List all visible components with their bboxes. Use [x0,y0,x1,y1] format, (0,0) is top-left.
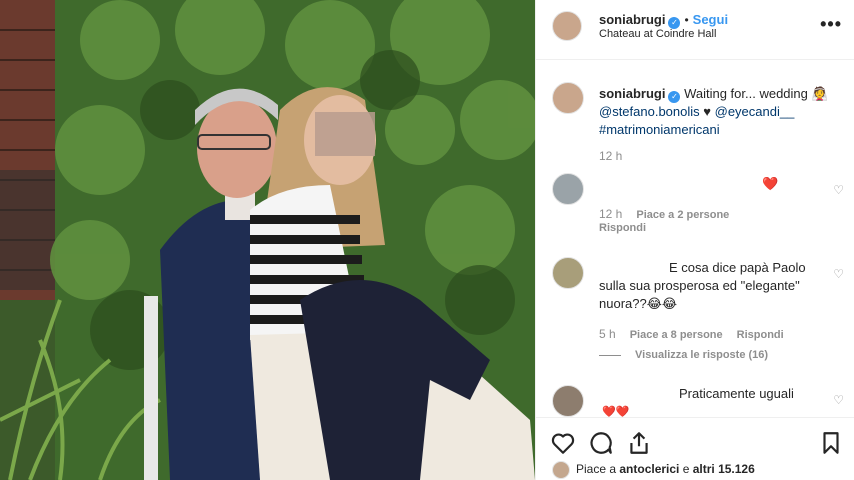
likes-prefix: Piace a [576,462,620,476]
like-icon[interactable] [550,430,576,456]
caption: soniabrugi ✓ Waiting for... wedding 👰 @st… [552,79,844,163]
mention-link[interactable]: @stefano.bonolis [599,104,700,119]
post-location[interactable]: Chateau at Coindre Hall [599,28,716,40]
liker-username[interactable]: antoclerici [619,462,679,476]
share-icon[interactable] [626,430,652,456]
mention-link[interactable]: @eyecandi__ [715,104,795,119]
post-side-panel: soniabrugi ✓ • Segui Chateau at Coindre Hal… [535,0,854,480]
like-comment-icon[interactable]: ♡ [833,267,844,281]
commenter-avatar[interactable] [552,173,584,205]
comment-likes[interactable]: Piace a 8 persone [630,329,723,341]
comment-meta: 5 h Piace a 8 persone Rispondi [599,327,784,341]
comment-time: 5 h [599,327,616,341]
like-comment-icon[interactable]: ♡ [833,393,844,407]
comment-text-line: sulla sua prosperosa ed "elegante" [599,278,800,293]
liker-avatar[interactable] [552,461,570,479]
like-comment-icon[interactable]: ♡ [833,183,844,197]
comment-item: E cosa dice papà Paolo sulla sua prosper… [552,257,844,367]
verified-badge-icon: ✓ [668,91,681,103]
comment-icon[interactable] [588,430,614,456]
likes-summary: Piace a antoclerici e altri 15.126 [552,461,755,479]
separator-dot: • [684,13,689,27]
comment-likes[interactable]: Piace a 2 persone [636,209,729,221]
comment-time: 12 h [599,207,623,221]
view-replies[interactable]: Visualizza le risposte (16) [599,349,768,361]
reply-button[interactable]: Rispondi [737,329,784,341]
author-avatar[interactable] [552,11,582,41]
follow-button[interactable]: Segui [693,12,728,27]
comment-text: E cosa dice papà Paolo sulla sua prosper… [599,259,819,313]
comment-text-line: nuora??😂😂 [599,296,678,311]
caption-text: soniabrugi ✓ Waiting for... wedding 👰 @st… [599,85,844,139]
reply-button[interactable]: Rispondi [599,222,646,234]
likes-count[interactable]: altri 15.126 [693,462,755,476]
commenter-avatar[interactable] [552,385,584,417]
caption-time: 12 h [599,149,623,163]
replies-line [599,354,621,356]
comment-meta: 12 h Piace a 2 persone [599,207,729,221]
author-username[interactable]: soniabrugi [599,12,665,27]
caption-meta: 12 h [599,149,636,163]
more-options-icon[interactable]: ••• [820,14,842,35]
post-header: soniabrugi ✓ • Segui Chateau at Coindre Hal… [536,0,854,60]
caption-body: Waiting for... wedding [684,86,808,101]
comment-item: Praticamente uguali ♡ ❤️❤️ [552,383,844,417]
comment-text: ❤️ [762,176,779,191]
comment-emoji: ❤️❤️ [602,406,630,417]
comment-text: Praticamente uguali [679,386,794,401]
caption-avatar[interactable] [552,82,584,114]
heart-glyph: ♥ [703,104,711,119]
comments-list[interactable]: soniabrugi ✓ Waiting for... wedding 👰 @st… [536,61,854,417]
save-bookmark-icon[interactable] [818,430,844,456]
caption-emoji: 👰 [811,86,828,101]
comment-item: ❤️ ♡ 12 h Piace a 2 persone Rispondi [552,173,844,234]
commenter-avatar[interactable] [552,257,584,289]
author-line: soniabrugi ✓ • Segui [599,12,728,29]
view-replies-label[interactable]: Visualizza le risposte (16) [635,349,768,361]
caption-username[interactable]: soniabrugi [599,86,665,101]
hashtag-link[interactable]: #matrimoniamericani [599,122,720,137]
likes-mid: e [679,462,693,476]
comment-text-line: E cosa dice papà Paolo [669,260,806,275]
post-photo[interactable] [0,0,535,480]
post-image [0,0,535,480]
